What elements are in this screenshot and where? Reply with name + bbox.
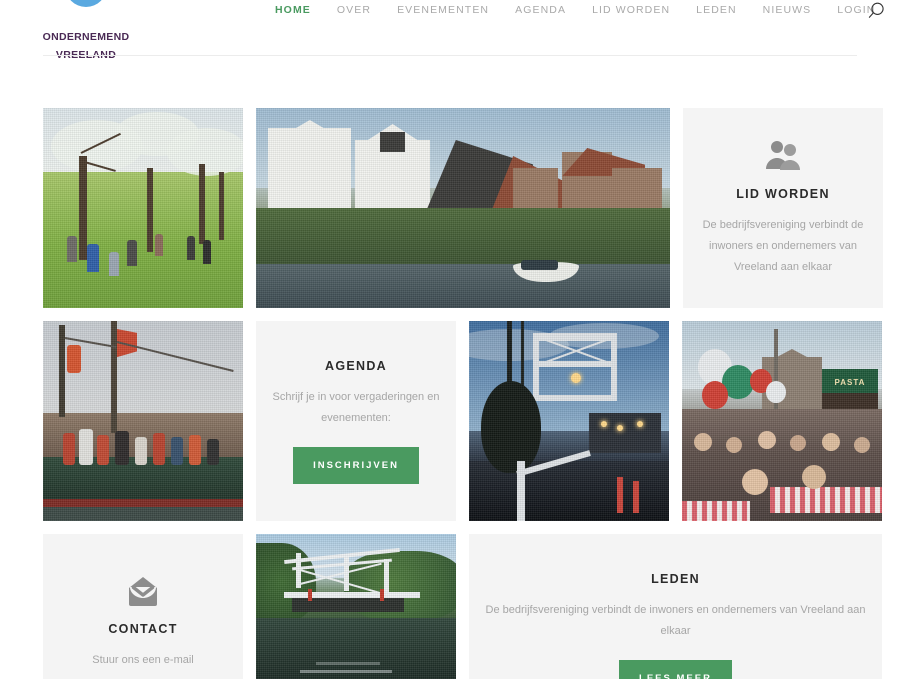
users-group-icon bbox=[764, 139, 802, 171]
nav-item-contact[interactable]: CONTACT bbox=[888, 3, 900, 17]
photo-dusk-bridge[interactable] bbox=[469, 321, 669, 521]
photo-village-canal[interactable] bbox=[256, 108, 670, 308]
grid-row-3: CONTACT Stuur ons een e-mail LEDEN De be… bbox=[43, 534, 883, 679]
photo-summer-bridge[interactable] bbox=[256, 534, 456, 679]
map-pin-in-circle-logo bbox=[57, 0, 115, 26]
card-agenda[interactable]: AGENDA Schrijf je in voor vergaderingen … bbox=[256, 321, 456, 521]
lees-meer-button[interactable]: LEES MEER bbox=[619, 660, 732, 679]
card-text-leden: De bedrijfsvereniging verbindt de inwone… bbox=[485, 604, 866, 637]
brand-line-1: ONDERNEMEND bbox=[42, 31, 130, 43]
nav-item-lid-worden[interactable]: LID WORDEN bbox=[579, 3, 683, 17]
card-title-leden: LEDEN bbox=[651, 572, 700, 586]
grid-row-2: AGENDA Schrijf je in voor vergaderingen … bbox=[43, 321, 883, 521]
card-title-contact: CONTACT bbox=[108, 622, 178, 636]
card-text-contact: Stuur ons een e-mail bbox=[92, 654, 194, 666]
inschrijven-button[interactable]: INSCHRIJVEN bbox=[293, 446, 419, 484]
card-contact[interactable]: CONTACT Stuur ons een e-mail bbox=[43, 534, 243, 679]
card-title-lid-worden: LID WORDEN bbox=[736, 186, 830, 201]
card-text-lid-worden: De bedrijfsvereniging verbindt de inwone… bbox=[702, 218, 864, 273]
card-text-agenda: Schrijf je in voor vergaderingen en even… bbox=[272, 390, 440, 424]
nav-item-evenementen[interactable]: EVENEMENTEN bbox=[384, 3, 502, 17]
header-divider bbox=[43, 55, 857, 56]
photo-orchard[interactable] bbox=[43, 108, 243, 308]
card-lid-worden[interactable]: LID WORDEN De bedrijfsvereniging verbind… bbox=[683, 108, 883, 308]
tile-grid: LID WORDEN De bedrijfsvereniging verbind… bbox=[43, 108, 883, 692]
nav-item-agenda[interactable]: AGENDA bbox=[502, 3, 579, 17]
site-header: ONDERNEMEND VREELAND HOME OVER EVENEMENT… bbox=[0, 0, 900, 61]
nav-item-nieuws[interactable]: NIEUWS bbox=[750, 3, 825, 17]
nav-item-leden[interactable]: LEDEN bbox=[683, 3, 750, 17]
nav-item-over[interactable]: OVER bbox=[324, 3, 384, 17]
card-title-agenda: AGENDA bbox=[325, 358, 387, 373]
photo-sinterklaas-boat[interactable] bbox=[43, 321, 243, 521]
photo-street-party[interactable]: PASTA bbox=[682, 321, 882, 521]
nav-item-home[interactable]: HOME bbox=[262, 3, 324, 17]
search-icon[interactable] bbox=[866, 1, 886, 21]
envelope-icon bbox=[126, 576, 160, 606]
grid-row-1: LID WORDEN De bedrijfsvereniging verbind… bbox=[43, 108, 883, 308]
brand-logo[interactable]: ONDERNEMEND VREELAND bbox=[38, 0, 134, 63]
card-leden[interactable]: LEDEN De bedrijfsvereniging verbindt de … bbox=[469, 534, 882, 679]
main-navigation: HOME OVER EVENEMENTEN AGENDA LID WORDEN … bbox=[262, 3, 900, 17]
